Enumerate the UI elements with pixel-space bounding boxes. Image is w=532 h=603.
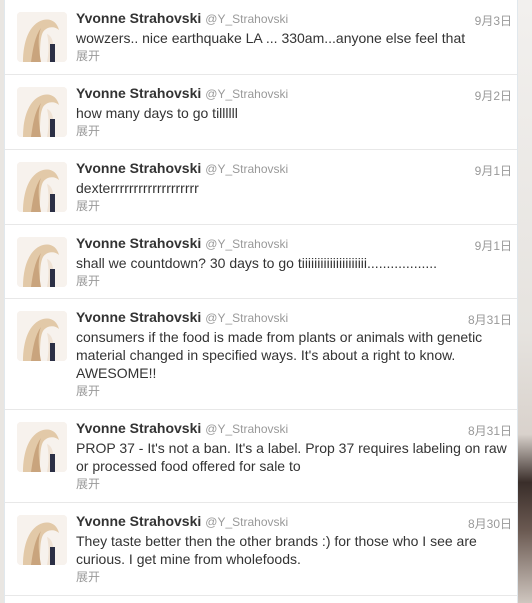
tweet-body: how many days to go tillllll 展开 [76,104,516,139]
tweet-text: PROP 37 - It's not a ban. It's a label. … [76,440,507,474]
avatar[interactable] [17,422,67,472]
tweet-item[interactable]: Yvonne Strahovski @Y_Strahovski 8月30日 The… [5,503,517,596]
tweet-item[interactable]: Yvonne Strahovski @Y_Strahovski 8月31日 con… [5,299,517,410]
avatar[interactable] [17,12,67,62]
tweet-body: dexterrrrrrrrrrrrrrrrrrr 展开 [76,179,516,214]
author-name[interactable]: Yvonne Strahovski [76,85,201,101]
tweet-date[interactable]: 9月1日 [475,162,512,179]
tweet-author[interactable]: Yvonne Strahovski @Y_Strahovski [76,235,288,251]
tweet-text: wowzers.. nice earthquake LA ... 330am..… [76,30,466,46]
author-name[interactable]: Yvonne Strahovski [76,309,201,325]
tweet-item[interactable]: Yvonne Strahovski @Y_Strahovski 9月3日 wowz… [5,0,517,75]
tweet-author[interactable]: Yvonne Strahovski @Y_Strahovski [76,309,288,325]
expand-link[interactable]: 展开 [76,273,516,289]
tweet-date[interactable]: 9月1日 [475,237,512,254]
expand-link[interactable]: 展开 [76,123,516,139]
tweet-author[interactable]: Yvonne Strahovski @Y_Strahovski [76,85,288,101]
tweet-item[interactable]: Yvonne Strahovski @Y_Strahovski 9月2日 how … [5,75,517,150]
tweet-text: dexterrrrrrrrrrrrrrrrrrr [76,180,199,196]
tweet-date[interactable]: 9月3日 [475,12,512,29]
tweet-body: PROP 37 - It's not a ban. It's a label. … [76,439,516,492]
author-name[interactable]: Yvonne Strahovski [76,160,201,176]
tweet-body: They taste better then the other brands … [76,532,516,585]
author-handle[interactable]: @Y_Strahovski [205,12,288,26]
tweet-author[interactable]: Yvonne Strahovski @Y_Strahovski [76,513,288,529]
tweet-author[interactable]: Yvonne Strahovski @Y_Strahovski [76,160,288,176]
background-photo [518,0,532,603]
author-name[interactable]: Yvonne Strahovski [76,513,201,529]
author-name[interactable]: Yvonne Strahovski [76,235,201,251]
avatar[interactable] [17,237,67,287]
expand-link[interactable]: 展开 [76,476,516,492]
tweet-body: consumers if the food is made from plant… [76,328,516,399]
expand-link[interactable]: 展开 [76,383,516,399]
expand-link[interactable]: 展开 [76,48,516,64]
author-handle[interactable]: @Y_Strahovski [205,162,288,176]
author-handle[interactable]: @Y_Strahovski [205,515,288,529]
author-name[interactable]: Yvonne Strahovski [76,420,201,436]
author-handle[interactable]: @Y_Strahovski [205,87,288,101]
author-handle[interactable]: @Y_Strahovski [205,422,288,436]
tweet-item[interactable]: Yvonne Strahovski @Y_Strahovski 8月31日 PRO… [5,410,517,503]
avatar[interactable] [17,311,67,361]
author-handle[interactable]: @Y_Strahovski [205,311,288,325]
tweet-text: consumers if the food is made from plant… [76,329,483,381]
tweet-author[interactable]: Yvonne Strahovski @Y_Strahovski [76,10,288,26]
avatar[interactable] [17,87,67,137]
tweet-author[interactable]: Yvonne Strahovski @Y_Strahovski [76,420,288,436]
tweet-body: shall we countdown? 30 days to go tiiiii… [76,254,516,289]
tweet-item[interactable]: Yvonne Strahovski @Y_Strahovski 9月1日 shal… [5,225,517,299]
expand-link[interactable]: 展开 [76,198,516,214]
tweet-date[interactable]: 8月30日 [468,515,512,532]
tweet-date[interactable]: 9月2日 [475,87,512,104]
author-handle[interactable]: @Y_Strahovski [205,237,288,251]
avatar[interactable] [17,162,67,212]
tweet-date[interactable]: 8月31日 [468,311,512,328]
tweet-body: wowzers.. nice earthquake LA ... 330am..… [76,29,516,64]
tweet-text: They taste better then the other brands … [76,533,477,567]
expand-link[interactable]: 展开 [76,569,516,585]
tweet-feed: Yvonne Strahovski @Y_Strahovski 9月3日 wowz… [4,0,518,603]
tweet-date[interactable]: 8月31日 [468,422,512,439]
author-name[interactable]: Yvonne Strahovski [76,10,201,26]
avatar[interactable] [17,515,67,565]
tweet-text: shall we countdown? 30 days to go tiiiii… [76,255,438,271]
tweet-item[interactable]: Yvonne Strahovski @Y_Strahovski 9月1日 dext… [5,150,517,225]
tweet-text: how many days to go tillllll [76,105,238,121]
